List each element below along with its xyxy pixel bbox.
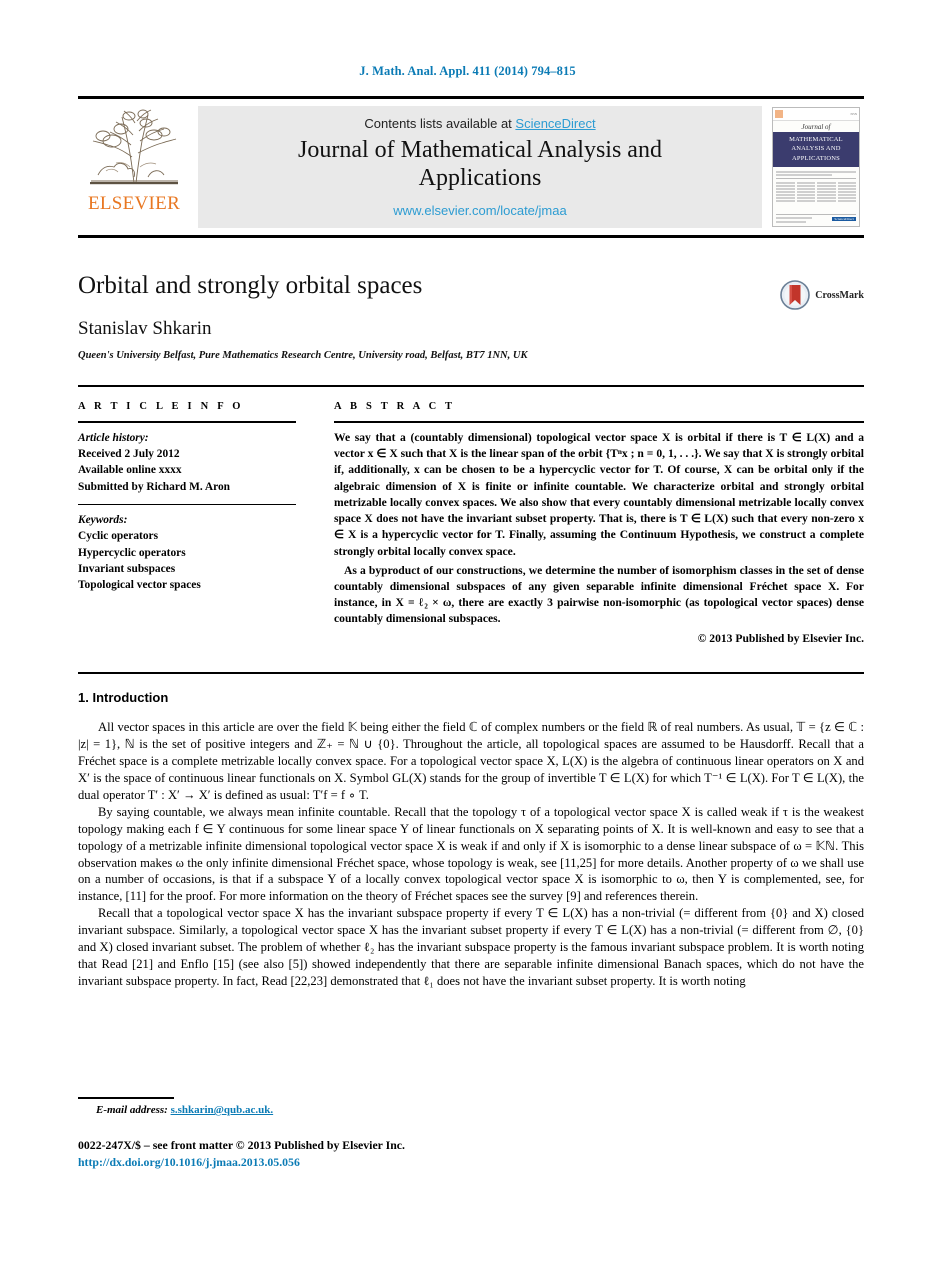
divider-above-body xyxy=(78,672,864,674)
cover-script-line: Journal of xyxy=(801,123,831,131)
article-info-heading: A R T I C L E I N F O xyxy=(78,401,244,412)
article-history-submitted-by: Submitted by Richard M. Aron xyxy=(78,480,230,493)
crossmark-label: CrossMark xyxy=(815,289,864,301)
article-history-received: Received 2 July 2012 xyxy=(78,448,180,461)
body-paragraph: All vector spaces in this article are ov… xyxy=(78,720,864,802)
article-history-label: Article history: xyxy=(78,432,149,444)
elsevier-wordmark: ELSEVIER xyxy=(87,193,181,214)
body-paragraph: Recall that a topological vector space X… xyxy=(78,906,864,989)
cover-footer: ScienceDirect xyxy=(776,212,856,224)
keyword-item: Topological vector spaces xyxy=(78,579,201,591)
journal-title: Journal of Mathematical Analysis and App… xyxy=(298,137,662,191)
journal-band: Contents lists available at ScienceDirec… xyxy=(198,106,762,228)
abstract-column: A B S T R A C T We say that a (countably… xyxy=(314,401,864,645)
page-title: Orbital and strongly orbital spaces xyxy=(78,272,423,299)
author-affiliation: Queen's University Belfast, Pure Mathema… xyxy=(78,349,528,361)
cover-editorial-rows xyxy=(773,167,859,205)
divider-above-abstract xyxy=(78,385,864,387)
elsevier-logo: ELSEVIER xyxy=(78,99,190,235)
running-head: J. Math. Anal. Appl. 411 (2014) 794–815 xyxy=(359,64,576,78)
email-label: E-mail address: xyxy=(96,1104,168,1116)
journal-cover-thumbnail[interactable]: ISSN Journal of MATHEMATICAL ANALYSIS AN… xyxy=(772,107,860,227)
cover-title-block: MATHEMATICAL ANALYSIS AND APPLICATIONS xyxy=(773,132,859,168)
cover-sciencedirect-badge: ScienceDirect xyxy=(832,217,856,222)
cover-title-line-3: APPLICATIONS xyxy=(792,154,840,162)
elsevier-tree-icon xyxy=(90,109,178,185)
contents-available-line: Contents lists available at ScienceDirec… xyxy=(364,116,595,131)
article-info-column: A R T I C L E I N F O Article history: R… xyxy=(78,401,314,645)
cover-title-line-1: MATHEMATICAL xyxy=(789,136,843,143)
keyword-item: Cyclic operators xyxy=(78,530,159,543)
article-body: 1. Introduction All vector spaces in thi… xyxy=(78,690,864,990)
article-info-rule-middle xyxy=(78,503,296,506)
title-block: Orbital and strongly orbital spaces Stan… xyxy=(78,272,864,361)
journal-homepage-link[interactable]: www.elsevier.com/locate/jmaa xyxy=(393,203,566,218)
crossmark-badge[interactable]: CrossMark xyxy=(780,280,864,310)
section-heading-introduction: 1. Introduction xyxy=(78,690,169,705)
doi-link[interactable]: http://dx.doi.org/10.1016/j.jmaa.2013.05… xyxy=(78,1155,864,1170)
body-paragraph: By saying countable, we always mean infi… xyxy=(78,804,864,904)
keyword-item: Invariant subspaces xyxy=(78,562,176,575)
cover-topbar: ISSN xyxy=(773,108,859,121)
cover-elsevier-mark-icon xyxy=(775,110,783,118)
page-footer: E-mail address: s.shkarin@qub.ac.uk. 002… xyxy=(78,1104,864,1170)
article-info-rule-top xyxy=(78,421,296,423)
abstract-rule-top xyxy=(334,421,864,423)
journal-cover-block: ISSN Journal of MATHEMATICAL ANALYSIS AN… xyxy=(768,99,864,235)
sciencedirect-link[interactable]: ScienceDirect xyxy=(515,116,595,131)
email-link[interactable]: s.shkarin@qub.ac.uk. xyxy=(171,1104,274,1116)
abstract-body: We say that a (countably dimensional) to… xyxy=(334,430,864,628)
author-name: Stanislav Shkarin xyxy=(78,317,212,339)
abstract-paragraph: As a byproduct of our constructions, we … xyxy=(334,563,864,626)
cover-topbar-text: ISSN xyxy=(850,112,857,116)
issn-copyright-line: 0022-247X/$ – see front matter © 2013 Pu… xyxy=(78,1138,405,1152)
email-footnote: E-mail address: s.shkarin@qub.ac.uk. xyxy=(78,1104,864,1116)
cover-title-line-2: ANALYSIS AND xyxy=(791,145,841,153)
footnote-divider xyxy=(78,1097,174,1099)
abstract-copyright: © 2013 Published by Elsevier Inc. xyxy=(697,631,864,645)
keywords-label: Keywords: xyxy=(78,514,128,527)
article-history-available-online: Available online xxxx xyxy=(78,464,182,477)
article-history: Article history: Received 2 July 2012 Av… xyxy=(78,430,296,495)
journal-masthead: ELSEVIER Contents lists available at Sci… xyxy=(78,96,864,238)
crossmark-icon xyxy=(780,280,811,310)
journal-article-page: J. Math. Anal. Appl. 411 (2014) 794–815 xyxy=(0,0,935,1266)
contents-prefix-text: Contents lists available at xyxy=(364,116,516,132)
abstract-heading: A B S T R A C T xyxy=(334,401,456,412)
keywords-block: Keywords: Cyclic operators Hypercyclic o… xyxy=(78,512,296,593)
abstract-paragraph: We say that a (countably dimensional) to… xyxy=(334,431,864,558)
article-info-and-abstract: A R T I C L E I N F O Article history: R… xyxy=(78,401,864,645)
keyword-item: Hypercyclic operators xyxy=(78,546,186,559)
